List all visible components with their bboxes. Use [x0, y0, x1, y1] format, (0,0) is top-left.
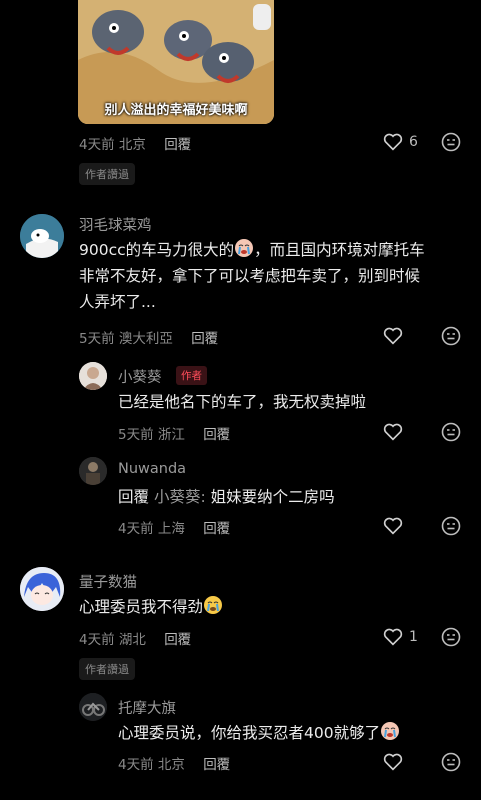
comment-meta: 5天前 澳大利亞 回覆: [79, 327, 218, 347]
timestamp: 5天前: [79, 331, 115, 347]
like-button[interactable]: [383, 517, 403, 539]
avatar-image: [20, 214, 64, 258]
like-button[interactable]: [383, 423, 403, 445]
avatar-image: [79, 362, 107, 390]
comment-text: 900cc的车马力很大的 ，而且国内环境对摩托车 非常不友好，拿下了可以考虑把车卖…: [79, 237, 464, 315]
reply-meta: 4天前 上海 回覆: [118, 517, 230, 537]
reply-meta: 5天前 浙江 回覆: [118, 423, 230, 443]
avatar[interactable]: [79, 693, 107, 721]
avatar-image: [79, 693, 107, 721]
username[interactable]: 羽毛球菜鸡: [79, 214, 152, 235]
reply-button[interactable]: 回覆: [164, 632, 191, 648]
comment-meta: 4天前 湖北 回覆: [79, 628, 191, 648]
avatar[interactable]: [79, 362, 107, 390]
emoji-reaction-button[interactable]: [441, 627, 461, 651]
comment-meta: 4天前 北京 回覆: [79, 133, 191, 153]
avatar[interactable]: [79, 457, 107, 485]
like-count: 1: [409, 629, 418, 645]
avatar[interactable]: [20, 567, 64, 611]
meme-image[interactable]: 别人溢出的幸福好美味啊: [78, 0, 274, 124]
location: 浙江: [157, 427, 185, 443]
avatar-image: [20, 567, 64, 611]
location: 北京: [118, 137, 146, 153]
reply-button[interactable]: 回覆: [203, 427, 230, 443]
author-badge: 作者: [176, 366, 207, 385]
emoji-reaction-icon: [441, 752, 461, 772]
reply-text: 已经是他名下的车了，我无权卖掉啦: [118, 393, 367, 411]
location: 澳大利亞: [118, 331, 173, 347]
timestamp: 4天前: [118, 757, 154, 773]
emoji-reaction-icon: [441, 422, 461, 442]
comment-text: 心理委员我不得劲: [79, 594, 223, 620]
emoji-reaction-button[interactable]: [441, 752, 461, 776]
crying-emoji-icon: [381, 722, 400, 740]
author-liked-tag: 作者讚過: [79, 658, 135, 680]
reply-button[interactable]: 回覆: [191, 331, 218, 347]
emoji-reaction-icon: [441, 132, 461, 152]
reply-meta: 4天前 北京 回覆: [118, 753, 230, 773]
like-count: 6: [409, 134, 418, 150]
heart-icon: [383, 423, 403, 441]
crying-emoji-icon: [204, 596, 223, 614]
reply-text: 回覆 小葵葵: 姐妹要纳个二房吗: [118, 488, 335, 506]
username[interactable]: 托摩大旗: [118, 697, 176, 718]
meme-caption: 别人溢出的幸福好美味啊: [104, 103, 248, 118]
username[interactable]: Nuwanda: [118, 461, 186, 477]
emoji-reaction-icon: [441, 326, 461, 346]
emoji-reaction-icon: [441, 627, 461, 647]
timestamp: 4天前: [118, 521, 154, 537]
like-button[interactable]: [383, 327, 403, 349]
emoji-reaction-button[interactable]: [441, 516, 461, 540]
location: 北京: [157, 757, 185, 773]
heart-icon: [383, 327, 403, 345]
username[interactable]: 小葵葵: [118, 366, 162, 387]
timestamp: 4天前: [79, 137, 115, 153]
like-button[interactable]: 1: [383, 628, 418, 646]
emoji-reaction-button[interactable]: [441, 132, 461, 156]
reply-button[interactable]: 回覆: [164, 137, 191, 153]
reply-text: 心理委员说，你给我买忍者400就够了: [118, 720, 400, 746]
heart-icon: [383, 517, 403, 535]
like-button[interactable]: 6: [383, 133, 418, 151]
username[interactable]: 量子数猫: [79, 571, 137, 592]
heart-icon: [383, 133, 403, 151]
location: 湖北: [118, 632, 146, 648]
emoji-reaction-button[interactable]: [441, 422, 461, 446]
author-liked-tag: 作者讚過: [79, 163, 135, 185]
location: 上海: [157, 521, 185, 537]
emoji-reaction-button[interactable]: [441, 326, 461, 350]
reply-to-user[interactable]: 小葵葵:: [154, 488, 206, 506]
reply-button[interactable]: 回覆: [203, 757, 230, 773]
crying-emoji-icon: [235, 239, 254, 257]
heart-icon: [383, 628, 403, 646]
avatar[interactable]: [20, 214, 64, 258]
timestamp: 5天前: [118, 427, 154, 443]
reply-button[interactable]: 回覆: [203, 521, 230, 537]
heart-icon: [383, 753, 403, 771]
emoji-reaction-icon: [441, 516, 461, 536]
timestamp: 4天前: [79, 632, 115, 648]
avatar-image: [79, 457, 107, 485]
like-button[interactable]: [383, 753, 403, 775]
